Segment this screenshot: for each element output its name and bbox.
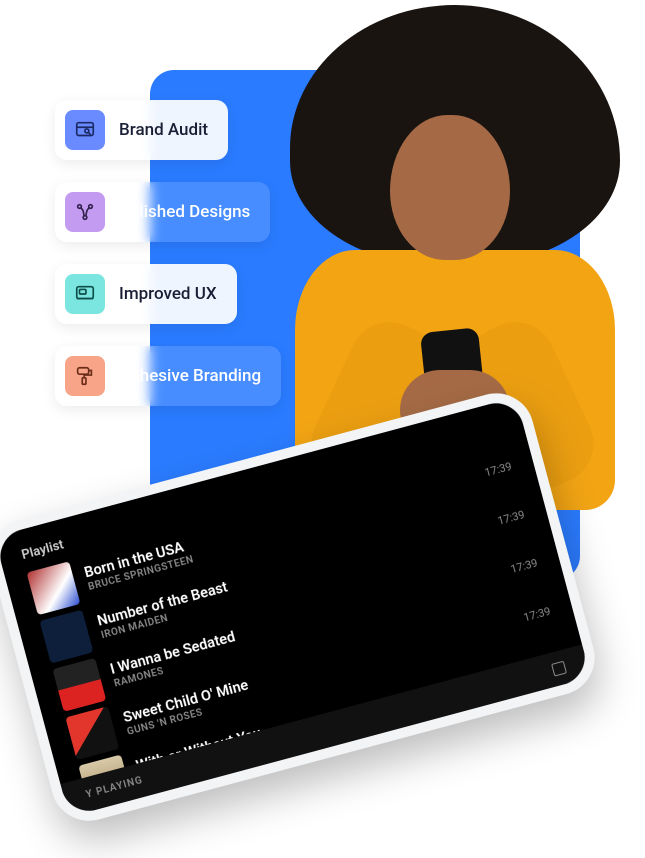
- stop-icon[interactable]: [551, 660, 567, 676]
- design-icon: [65, 192, 105, 232]
- track-duration: 17:39: [522, 604, 552, 624]
- paint-icon: [65, 356, 105, 396]
- ux-icon: [65, 274, 105, 314]
- feature-pill-list: Brand Audit Polished Designs Improved UX: [55, 100, 281, 406]
- album-art: [65, 706, 119, 760]
- feature-brand-audit: Brand Audit: [55, 100, 228, 160]
- track-duration: 17:39: [509, 556, 539, 576]
- track-duration: 17:39: [483, 459, 513, 479]
- feature-label: Improved UX: [119, 284, 217, 304]
- album-art: [40, 610, 94, 664]
- feature-label: Cohesive Branding: [119, 366, 261, 386]
- album-art: [27, 561, 81, 615]
- album-art: [52, 658, 106, 712]
- track-artist: JOURNEY: [152, 792, 273, 830]
- audit-icon: [65, 110, 105, 150]
- track-duration: 17:39: [496, 508, 526, 528]
- track-duration: 17:39: [548, 701, 578, 721]
- now-playing-label: Y PLAYING: [85, 774, 144, 800]
- feature-polished-designs: Polished Designs: [55, 182, 270, 242]
- feature-label: Polished Designs: [119, 202, 250, 222]
- feature-improved-ux: Improved UX: [55, 264, 237, 324]
- feature-cohesive-branding: Cohesive Branding: [55, 346, 281, 406]
- feature-label: Brand Audit: [119, 120, 208, 140]
